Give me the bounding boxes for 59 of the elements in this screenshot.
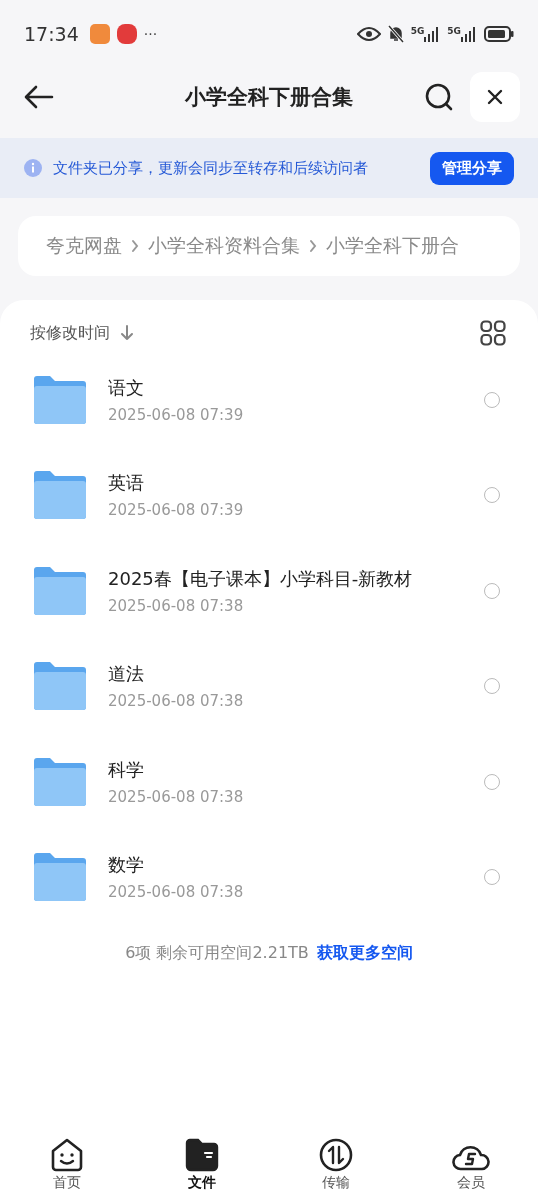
- page-title: 小学全科下册合集: [184, 84, 354, 111]
- storage-summary: 6项 剩余可用空间2.21TB: [125, 943, 309, 964]
- info-icon: [24, 159, 42, 177]
- bell-muted-icon: [387, 25, 404, 43]
- folder-icon: [32, 470, 88, 521]
- file-date: 2025-06-08 07:39: [108, 405, 245, 424]
- close-button[interactable]: [470, 72, 520, 122]
- manage-share-button[interactable]: 管理分享: [430, 151, 514, 185]
- signal-icon: [461, 26, 477, 42]
- folder-icon: [32, 852, 88, 903]
- signal-icon: [424, 26, 441, 42]
- nav-tab[interactable]: 首页: [0, 1120, 135, 1192]
- nav-tab[interactable]: 传输: [269, 1120, 404, 1192]
- file-name: 英语: [108, 471, 145, 496]
- folder-icon: [32, 565, 88, 616]
- down-arrow-icon[interactable]: [120, 325, 134, 341]
- file-date: 2025-06-08 07:39: [108, 501, 245, 520]
- folder-icon: [32, 374, 88, 425]
- breadcrumb-item[interactable]: 小学全科下册合: [326, 233, 459, 259]
- folder-icon: [32, 756, 88, 807]
- app-notification-icon: [89, 24, 110, 44]
- file-name: 2025春【电子课本】小学科目-新教材: [108, 566, 414, 591]
- app-notification-icon: [116, 24, 137, 44]
- network-label: 5G: [410, 26, 425, 36]
- share-notice-text: 文件夹已分享，更新会同步至转存和后续访问者: [53, 158, 369, 178]
- chevron-icon: [309, 239, 317, 253]
- search-icon[interactable]: [424, 82, 454, 112]
- smiley-house-icon: [50, 1138, 85, 1172]
- folder-icon: [184, 1138, 219, 1172]
- file-row[interactable]: 语文 2025-06-08 07:39: [0, 352, 538, 448]
- file-name: 道法: [108, 662, 145, 687]
- nav-tab[interactable]: 会员: [403, 1120, 538, 1192]
- file-row[interactable]: 数学 2025-06-08 07:38: [0, 829, 538, 925]
- file-row[interactable]: 2025春【电子课本】小学科目-新教材 2025-06-08 07:38: [0, 543, 538, 639]
- more-notifications: ···: [143, 26, 158, 42]
- file-name: 数学: [108, 853, 145, 878]
- file-name: 科学: [108, 757, 145, 782]
- close-icon[interactable]: [487, 89, 503, 105]
- file-date: 2025-06-08 07:38: [108, 787, 245, 806]
- battery-icon: [484, 26, 514, 42]
- back-icon[interactable]: [24, 85, 54, 109]
- status-time: 17:34: [24, 23, 79, 45]
- file-date: 2025-06-08 07:38: [108, 692, 245, 711]
- transfer-icon: [319, 1138, 354, 1172]
- grid-view-icon[interactable]: [480, 320, 506, 346]
- network-label: 5G: [447, 26, 461, 36]
- file-row[interactable]: 科学 2025-06-08 07:38: [0, 734, 538, 830]
- chevron-icon: [131, 239, 139, 253]
- get-more-space-link[interactable]: 获取更多空间: [316, 943, 413, 964]
- folder-icon: [32, 661, 88, 712]
- file-name: 语文: [108, 375, 145, 400]
- nav-tab[interactable]: 文件: [134, 1120, 269, 1192]
- file-row[interactable]: 道法 2025-06-08 07:38: [0, 638, 538, 734]
- file-date: 2025-06-08 07:38: [108, 883, 245, 902]
- sort-label[interactable]: 按修改时间: [30, 322, 110, 344]
- file-row[interactable]: 英语 2025-06-08 07:39: [0, 447, 538, 543]
- file-date: 2025-06-08 07:38: [108, 596, 245, 615]
- breadcrumb-item[interactable]: 小学全科资料合集: [148, 233, 300, 259]
- eye-icon: [356, 26, 381, 42]
